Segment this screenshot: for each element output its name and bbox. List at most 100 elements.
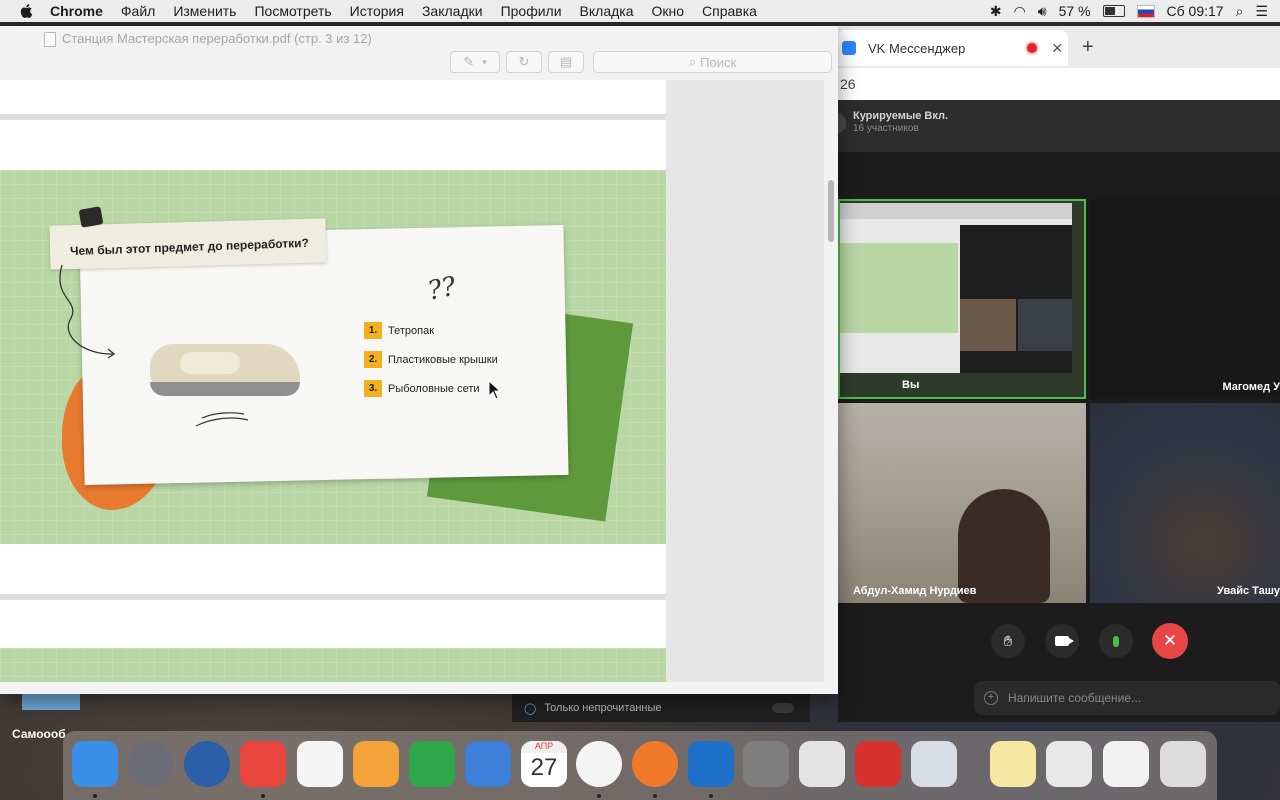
chevron-down-icon: ▾: [482, 56, 487, 67]
running-indicator: [653, 794, 657, 798]
binder-clip-icon: [78, 206, 104, 228]
tile-name-self: Вы: [902, 379, 920, 391]
option-2-text: Пластиковые крышки: [388, 353, 498, 366]
window-title[interactable]: Станция Мастерская переработки.pdf (стр.…: [62, 31, 372, 46]
slide-recycling-question: Чем был этот предмет до переработки? ?? …: [0, 170, 666, 544]
trash-icon[interactable]: [1160, 741, 1206, 787]
keynote-icon[interactable]: [465, 741, 511, 787]
numbers-icon[interactable]: [409, 741, 455, 787]
notes-icon[interactable]: [990, 741, 1036, 787]
wifi-icon[interactable]: ◠: [1014, 3, 1026, 20]
battery-percent[interactable]: 57 %: [1059, 3, 1091, 19]
calendar-month: АПР: [521, 741, 567, 753]
recording-indicator-icon: [1027, 43, 1038, 53]
vk-favicon-icon: [842, 41, 856, 55]
launchpad-icon[interactable]: [128, 741, 174, 787]
pdf-page-2-bottom: [0, 80, 666, 114]
rotate-icon: ↻: [518, 54, 530, 69]
firefox-icon[interactable]: [632, 741, 678, 787]
tab-vk-messenger[interactable]: VK Мессенджер ✕: [838, 30, 1068, 66]
video-tile-uvais[interactable]: Увайс Ташу: [1090, 403, 1280, 603]
swoosh-lines-icon: [195, 412, 249, 427]
menu-app-name[interactable]: Chrome: [50, 3, 103, 19]
menu-file[interactable]: Файл: [121, 3, 155, 19]
hp-utility-icon[interactable]: [799, 741, 845, 787]
option-1-number: 1.: [364, 322, 382, 339]
calendar-day: 27: [530, 754, 558, 781]
close-icon: ✕: [1162, 631, 1178, 650]
menu-help[interactable]: Справка: [702, 3, 757, 19]
menu-tab[interactable]: Вкладка: [580, 3, 634, 19]
unread-toggle[interactable]: [772, 703, 794, 713]
battery-icon[interactable]: [1102, 5, 1125, 17]
desktop-folder-icon[interactable]: [22, 694, 80, 710]
photos-icon[interactable]: [297, 741, 343, 787]
video-tile-abdul-hamid[interactable]: Абдул-Хамид Нурдиев: [838, 403, 1086, 603]
spotlight-search-icon[interactable]: ⌕: [1236, 3, 1244, 20]
running-indicator: [261, 794, 265, 798]
video-tile-self[interactable]: Вы: [838, 199, 1086, 399]
pdf-document-icon: [44, 32, 56, 47]
tab-close-icon[interactable]: ✕: [1051, 40, 1063, 57]
markup-button[interactable]: ✎ ▾: [450, 51, 500, 73]
microphone-toggle-button[interactable]: [1099, 624, 1133, 658]
menu-bookmarks[interactable]: Закладки: [422, 3, 483, 19]
menu-profiles[interactable]: Профили: [501, 3, 562, 19]
toolbox-icon: ▤: [559, 54, 573, 69]
add-attachment-icon[interactable]: +: [984, 691, 998, 705]
preview-toolbar: ✎ ▾ ↻ ▤: [450, 51, 584, 73]
apple-icon[interactable]: [18, 2, 36, 20]
quicktime-icon[interactable]: [184, 741, 230, 787]
camera-icon: [1055, 636, 1074, 646]
sneaker-image: [150, 332, 300, 402]
preview-window: Станция Мастерская переработки.pdf (стр.…: [0, 26, 838, 694]
menu-view[interactable]: Посмотреть: [254, 3, 331, 19]
desktop-file-label[interactable]: Самоооб: [12, 727, 66, 741]
input-source-flag-icon[interactable]: [1136, 4, 1155, 18]
chrome-icon[interactable]: [576, 741, 622, 787]
running-indicator: [93, 794, 97, 798]
flashcards-icon[interactable]: [855, 741, 901, 787]
camera-toggle-button[interactable]: [1045, 624, 1079, 658]
chat-header: Курируемые Вкл. 16 участников: [832, 100, 1280, 152]
openoffice-icon[interactable]: [688, 741, 734, 787]
vertical-scrollbar[interactable]: [828, 180, 834, 242]
pages-icon[interactable]: [353, 741, 399, 787]
search-field[interactable]: ⌕ Поиск: [593, 51, 832, 73]
menu-history[interactable]: История: [350, 3, 404, 19]
search-icon: ⌕: [688, 54, 697, 69]
control-center-icon[interactable]: ☰: [1255, 3, 1268, 20]
raise-hand-button[interactable]: ✋︎: [991, 624, 1025, 658]
document-view[interactable]: Чем был этот предмет до переработки? ?? …: [0, 80, 824, 682]
bluetooth-icon[interactable]: ✱: [990, 3, 1002, 20]
system-preferences-icon[interactable]: [743, 741, 789, 787]
chat-name[interactable]: Курируемые Вкл.: [853, 110, 948, 122]
message-input[interactable]: + Напишите сообщение...: [974, 681, 1280, 715]
menu-edit[interactable]: Изменить: [173, 3, 236, 19]
toolbox-button[interactable]: ▤: [548, 51, 584, 73]
unread-filter-label: Только непрочитанные: [544, 702, 662, 714]
calendar-icon-face[interactable]: АПР 27: [521, 741, 567, 787]
new-tab-button[interactable]: +: [1082, 36, 1094, 59]
video-tile-magomed[interactable]: Магомед У: [1090, 199, 1280, 399]
end-call-button[interactable]: ✕: [1152, 623, 1188, 659]
chat-members: 16 участников: [853, 123, 919, 134]
menu-window[interactable]: Окно: [652, 3, 685, 19]
running-indicator: [709, 794, 713, 798]
running-indicator: [597, 794, 601, 798]
preview-icon[interactable]: [911, 741, 957, 787]
unread-filter-row[interactable]: ◯ Только непрочитанные: [512, 694, 810, 722]
option-3: 3. Рыболовные сети: [364, 380, 480, 397]
option-2: 2. Пластиковые крышки: [364, 351, 498, 368]
volume-icon[interactable]: 🔊︎: [1038, 3, 1047, 20]
screenshots-stack-icon[interactable]: [1046, 741, 1092, 787]
documents-stack-icon[interactable]: [1103, 741, 1149, 787]
tab-title: VK Мессенджер: [868, 40, 966, 56]
rotate-button[interactable]: ↻: [506, 51, 542, 73]
clock[interactable]: Сб 09:17: [1167, 3, 1224, 19]
finder-icon[interactable]: [72, 741, 118, 787]
anydesk-icon[interactable]: [240, 741, 286, 787]
address-bar-area: 26: [838, 68, 1280, 100]
tile-name-abdul-hamid: Абдул-Хамид Нурдиев: [853, 585, 977, 597]
pen-icon: ✎: [463, 54, 475, 69]
